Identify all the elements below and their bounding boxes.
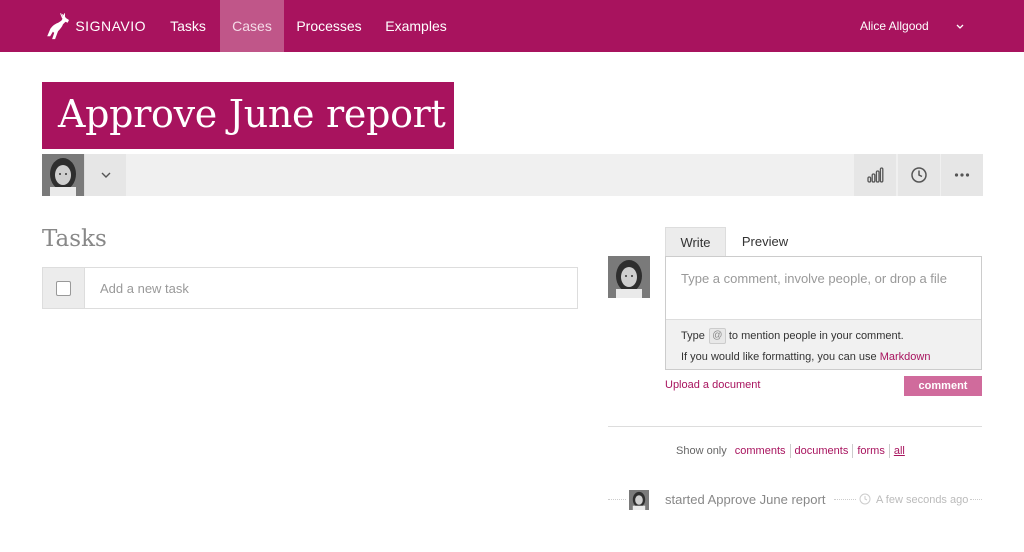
tab-preview[interactable]: Preview (730, 227, 800, 257)
filter-all[interactable]: all (890, 445, 909, 457)
comment-box: Type @ to mention people in your comment… (665, 256, 982, 370)
comment-input[interactable] (666, 257, 981, 319)
tab-write[interactable]: Write (665, 227, 726, 257)
assignee-dropdown-chevron-down-icon[interactable] (84, 154, 126, 196)
help-prefix: Type (681, 330, 705, 342)
comment-submit-button[interactable]: comment (904, 376, 982, 396)
upload-document-link[interactable]: Upload a document (665, 379, 760, 391)
case-title-banner: Approve June report (42, 82, 454, 149)
new-task-row (42, 267, 578, 309)
clock-icon (859, 493, 871, 505)
signavio-logo[interactable]: SIGNAVIO (46, 12, 146, 40)
more-icon[interactable] (941, 154, 983, 196)
bar-chart-icon[interactable] (854, 154, 896, 196)
activity-filter: Show only comments documents forms all (676, 444, 909, 458)
activity-timestamp: A few seconds ago (876, 494, 969, 506)
dotted-line (834, 499, 856, 500)
help-suffix: to mention people in your comment. (728, 330, 904, 342)
clock-icon[interactable] (898, 154, 940, 196)
gazelle-logo-icon (47, 13, 69, 40)
assignee-avatar[interactable] (42, 154, 84, 196)
dotted-line (608, 499, 626, 500)
activity-text: started Approve June report (665, 492, 826, 507)
nav-tasks[interactable]: Tasks (158, 0, 218, 52)
new-task-input[interactable] (86, 268, 576, 308)
filter-documents[interactable]: documents (791, 445, 853, 457)
format-help-text: If you would like formatting, you can us… (681, 351, 877, 363)
comment-help: Type @ to mention people in your comment… (666, 319, 981, 369)
activity-avatar (629, 490, 649, 510)
filter-forms[interactable]: forms (853, 445, 889, 457)
filter-comments[interactable]: comments (731, 445, 790, 457)
tasks-heading: Tasks (42, 226, 107, 252)
nav-examples[interactable]: Examples (378, 0, 454, 52)
markdown-link[interactable]: Markdown (880, 351, 931, 363)
divider (608, 426, 982, 427)
checkbox-icon (56, 280, 71, 296)
filter-prefix: Show only (676, 445, 727, 457)
nav-cases[interactable]: Cases (220, 0, 284, 52)
dotted-line (970, 499, 982, 500)
nav-processes[interactable]: Processes (290, 0, 368, 52)
top-navigation-bar: SIGNAVIO Tasks Cases Processes Examples … (0, 0, 1024, 52)
brand-name: SIGNAVIO (75, 18, 146, 34)
mention-help: Type @ to mention people in your comment… (681, 328, 904, 344)
current-user-avatar (608, 256, 650, 298)
task-checkbox[interactable] (43, 268, 85, 308)
activity-item: started Approve June report A few second… (608, 490, 982, 510)
user-name[interactable]: Alice Allgood (860, 0, 929, 52)
case-toolbar (42, 154, 983, 196)
case-title[interactable]: Approve June report (58, 92, 446, 136)
user-menu-chevron-down-icon[interactable] (950, 16, 970, 36)
at-symbol-badge: @ (708, 328, 726, 344)
format-help: If you would like formatting, you can us… (681, 351, 930, 363)
